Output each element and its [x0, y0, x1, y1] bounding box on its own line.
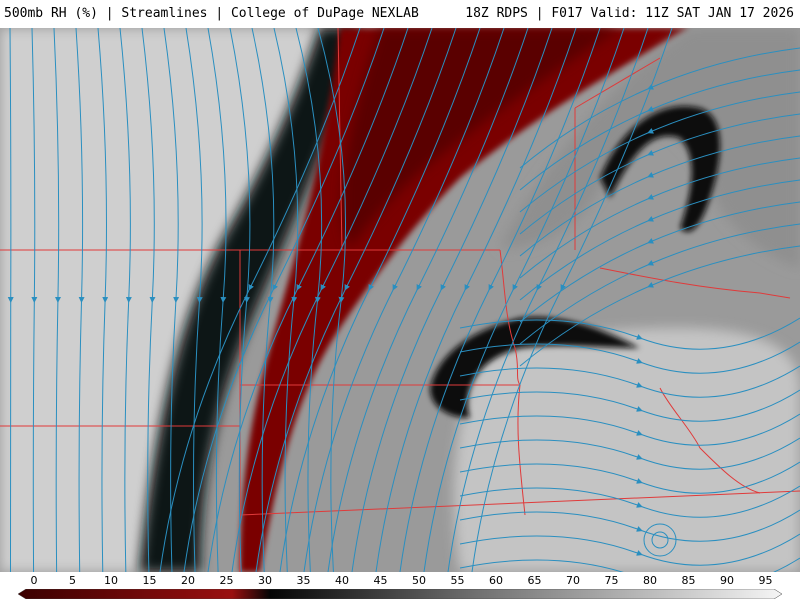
- run-valid-time: 18Z RDPS | F017 Valid: 11Z SAT JAN 17 20…: [465, 6, 794, 21]
- colorbar-tick-label: 35: [296, 574, 311, 587]
- colorbar-tick-label: 80: [643, 574, 657, 587]
- colorbar-strip: [18, 589, 782, 599]
- colorbar-tick-label: 70: [566, 574, 580, 587]
- colorbar-tick-label: 90: [720, 574, 734, 587]
- colorbar-tick-label: 75: [604, 574, 619, 587]
- colorbar-tick-label: 20: [181, 574, 195, 587]
- title-bar: 500mb RH (%) | Streamlines | College of …: [0, 0, 800, 28]
- colorbar-tick-label: 95: [758, 574, 773, 587]
- colorbar-tick-label: 85: [681, 574, 696, 587]
- map-canvas: [0, 28, 800, 572]
- colorbar-tick-label: 5: [69, 574, 76, 587]
- colorbar-tick-label: 40: [335, 574, 349, 587]
- colorbar-tick-label: 0: [30, 574, 38, 587]
- colorbar-tick-label: 55: [450, 574, 465, 587]
- rh-streamline-map: [0, 28, 800, 572]
- colorbar-legend: 0 5 10 15 20 25 30 35 40 45 50 55 60 65 70 75 80 85 90 95: [0, 572, 800, 600]
- colorbar-tick-label: 10: [104, 574, 118, 587]
- colorbar-tick-label: 45: [373, 574, 388, 587]
- colorbar-tick-label: 60: [489, 574, 503, 587]
- colorbar-tick-label: 30: [258, 574, 272, 587]
- colorbar-ticks: 0 5 10 15 20 25 30 35 40 45 50 55 60 65 70 75 80 85 90 95: [0, 572, 800, 588]
- colorbar-tick-label: 65: [527, 574, 542, 587]
- product-title: 500mb RH (%) | Streamlines | College of …: [4, 6, 419, 21]
- moist-region-southeast: [454, 328, 800, 572]
- colorbar-tick-label: 50: [412, 574, 426, 587]
- colorbar-tick-label: 15: [142, 574, 157, 587]
- colorbar-tick-label: 25: [219, 574, 234, 587]
